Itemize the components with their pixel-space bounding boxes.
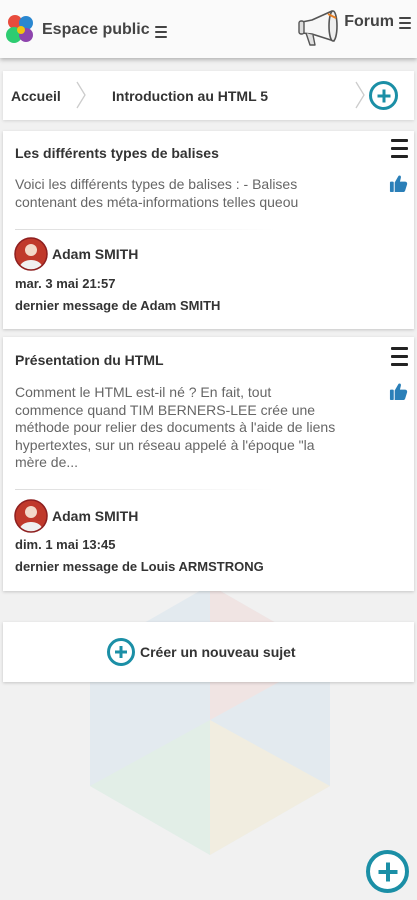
author-link[interactable]: Adam SMITH (14, 237, 138, 271)
topic-card: Les différents types de balises Voici le… (3, 131, 414, 329)
avatar (14, 237, 48, 271)
megaphone-icon (298, 10, 339, 46)
create-topic-label: Créer un nouveau sujet (140, 644, 296, 660)
breadcrumb-add-button[interactable] (369, 81, 398, 110)
hamburger-menu-icon (154, 25, 167, 39)
chevron-right-icon (76, 81, 86, 109)
topic-excerpt: Voici les différents types de balises : … (15, 176, 299, 210)
divider (15, 489, 275, 490)
background-logo-watermark (90, 585, 330, 855)
topic-menu-icon[interactable] (391, 347, 408, 366)
topic-title[interactable]: Les différents types de balises (15, 145, 219, 161)
forum-menu[interactable]: Forum (298, 8, 411, 48)
author-name: Adam SMITH (52, 246, 139, 262)
topic-excerpt: Comment le HTML est-il né ? En fait, tou… (15, 384, 336, 470)
last-message-info[interactable]: dernier message de Louis ARMSTRONG (15, 559, 264, 574)
topic-menu-icon[interactable] (391, 139, 408, 158)
floating-add-button[interactable] (366, 850, 409, 893)
topic-title[interactable]: Présentation du HTML (15, 352, 164, 368)
breadcrumb: Accueil Introduction au HTML 5 (3, 71, 414, 120)
last-message-info[interactable]: dernier message de Adam SMITH (15, 298, 220, 313)
chevron-right-icon (355, 81, 365, 109)
breadcrumb-current[interactable]: Introduction au HTML 5 (112, 88, 268, 104)
hamburger-menu-icon (399, 16, 411, 30)
forum-label: Forum (344, 13, 394, 30)
plus-circle-icon (107, 638, 135, 666)
divider (15, 229, 275, 230)
topic-date: dim. 1 mai 13:45 (15, 537, 116, 552)
top-bar: Espace public Forum (0, 0, 417, 58)
topic-date: mar. 3 mai 21:57 (15, 276, 116, 291)
author-link[interactable]: Adam SMITH (14, 499, 138, 533)
app-logo-icon (6, 15, 33, 43)
topic-card: Présentation du HTML Comment le HTML est… (3, 337, 414, 591)
espace-public-menu[interactable]: Espace public (4, 12, 167, 48)
brand-label: Espace public (42, 21, 150, 38)
author-name: Adam SMITH (52, 508, 139, 524)
thumbs-up-icon[interactable] (389, 382, 408, 401)
breadcrumb-home-link[interactable]: Accueil (11, 88, 61, 104)
avatar (14, 499, 48, 533)
thumbs-up-icon[interactable] (389, 174, 408, 193)
create-topic-button[interactable]: Créer un nouveau sujet (3, 622, 414, 682)
